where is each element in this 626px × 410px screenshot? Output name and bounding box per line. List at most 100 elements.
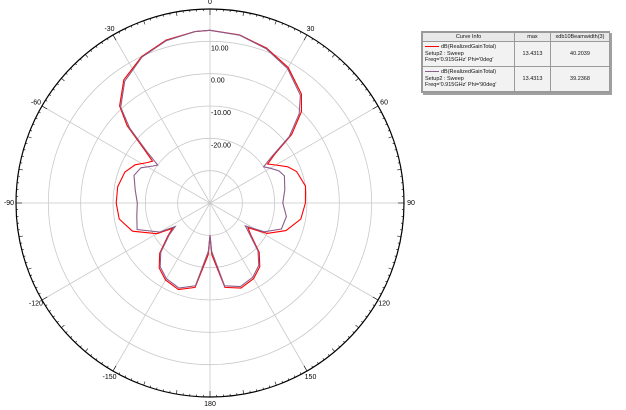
angle-tick [79,345,82,348]
angle-tick [372,105,379,110]
angle-tick [65,331,68,334]
series-curve-1 [120,29,301,289]
angle-tick [397,235,402,237]
legend-max-phi0: 13.4313 [514,41,551,67]
angle-tick-label: -120 [29,300,43,307]
legend-series-name-phi0: dB(RealizedGainTotal) [441,44,497,51]
angle-tick [343,63,345,66]
angle-tick [299,372,302,375]
angle-tick [331,348,335,352]
angle-tick [347,336,350,338]
legend-row-phi0: dB(RealizedGainTotal) Setup2 : Sweep Fre… [422,41,610,67]
angle-tick-label: -60 [31,99,41,106]
angle-tick [338,345,341,348]
angle-tick [372,296,379,301]
angle-tick [85,348,89,352]
series-curves [115,29,307,291]
legend-setup-phi0: Setup2 : Sweep [425,50,464,57]
angle-tick [70,68,73,70]
angle-tick [65,72,68,75]
angle-tick [274,381,277,386]
legend-max-phi90: 13.4313 [514,66,551,92]
angle-tick [118,372,121,375]
angle-tick [343,340,345,343]
angle-tick [27,136,32,139]
legend-header-max: max [514,32,551,42]
angle-tick [303,34,308,41]
legend-header-curve: Curve Info [422,32,515,42]
angle-tick [18,169,23,171]
angle-tick-label: 180 [204,401,216,408]
legend-curve-info-phi90: dB(RealizedGainTotal) Setup2 : Sweep Fre… [422,66,515,92]
angle-tick [352,331,355,334]
legend-beamwidth-phi0: 40.2039 [550,41,610,67]
angle-tick-label: 90 [407,200,415,207]
angle-tick [18,235,23,237]
radial-tick-label: -20.00 [211,142,231,149]
angle-tick [388,136,393,139]
legend-header-beamwidth: xdb10Beamwidth(3) [550,32,610,42]
angle-tick [38,292,41,295]
angle-tick [75,63,77,66]
angle-tick [379,111,382,114]
angle-tick [379,292,382,295]
radial-tick-label: 0.00 [211,78,225,85]
legend-beamwidth-phi90: 39.2368 [550,66,610,92]
grid-spoke [41,202,211,301]
angle-tick [355,324,359,328]
legend-table: Curve Info max xdb10Beamwidth(3) dB(Real… [422,32,610,92]
grid-spoke [209,34,308,204]
angle-tick [274,20,277,25]
angle-tick-label: 30 [307,26,315,33]
angle-tick [61,324,65,328]
angle-tick [118,31,121,34]
grid-spoke [209,105,379,204]
angle-tick [79,58,82,61]
angle-tick [85,54,89,58]
angle-tick [61,78,65,82]
angle-tick [338,58,341,61]
legend-params-phi0: Freq='0.915GHz' Phi='0deg' [425,57,494,64]
angle-tick [299,31,302,34]
angle-tick-label: -90 [4,200,14,207]
legend-swatch-phi90 [425,71,439,73]
legend-row-phi90: dB(RealizedGainTotal) Setup2 : Sweep Fre… [422,66,610,92]
angle-tick [388,267,393,270]
angle-tick [27,267,32,270]
angle-tick [143,381,146,386]
radial-tick-label: -10.00 [211,110,231,117]
grid-spoke [112,34,211,204]
radial-tick-label: 10.00 [211,45,229,52]
angle-tick [347,68,350,70]
legend-params-phi90: Freq='0.915GHz' Phi='90deg' [425,82,497,89]
grid-spoke [209,202,379,301]
radial-labels: 10.00 0.00 -10.00 -20.00 [211,45,231,149]
angle-tick [355,78,359,82]
angle-tick [112,365,117,372]
angle-tick [331,54,335,58]
angle-tick-label: 0 [208,0,212,6]
angle-tick [41,105,48,110]
angle-tick [242,11,244,16]
legend-swatch-phi0 [425,46,439,48]
angle-tick [75,340,77,343]
angle-tick-label: -150 [102,374,116,381]
legend-series-name-phi90: dB(RealizedGainTotal) [441,69,497,76]
angle-tick [352,72,355,75]
legend-box: Curve Info max xdb10Beamwidth(3) dB(Real… [421,31,610,93]
polar-grid [15,8,405,398]
angle-tick [112,34,117,41]
angle-tick-label: 120 [378,300,390,307]
angle-tick [242,390,244,395]
angle-tick [397,169,402,171]
angle-tick [176,11,178,16]
angle-tick [38,111,41,114]
angle-tick [303,365,308,372]
angle-tick-label: 150 [305,374,317,381]
legend-curve-info-phi0: dB(RealizedGainTotal) Setup2 : Sweep Fre… [422,41,515,67]
legend-setup-phi90: Setup2 : Sweep [425,75,464,82]
angle-tick [176,390,178,395]
angle-tick [70,336,73,338]
series-curve-0 [115,29,307,291]
angle-tick [143,20,146,25]
